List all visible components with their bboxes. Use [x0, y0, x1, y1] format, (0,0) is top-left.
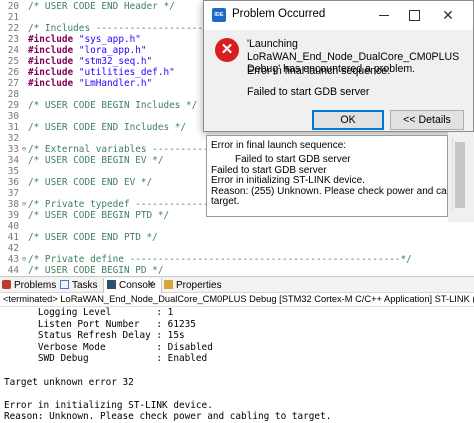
console-status-line: <terminated> LoRaWAN_End_Node_DualCore_C…	[0, 293, 474, 307]
code-text: #include "sys_app.h"	[28, 34, 141, 45]
tab-properties[interactable]: Properties	[164, 278, 222, 293]
line-number: 34	[7, 155, 19, 166]
fold-toggle-icon[interactable]: ⊖	[20, 144, 28, 155]
tab-tasks[interactable]: Tasks	[60, 278, 98, 293]
details-scrollbar[interactable]	[452, 138, 467, 212]
console-line: Target unknown error 32	[4, 376, 134, 388]
console-line: SWD Debug : Enabled	[4, 353, 208, 365]
properties-icon	[164, 280, 173, 289]
app-icon: IDE	[212, 8, 226, 22]
line-number: 25	[7, 56, 19, 67]
code-line: 40	[0, 221, 474, 232]
tab-label: Properties	[176, 280, 222, 291]
code-text: /* USER CODE BEGIN PD */	[28, 265, 164, 276]
line-number: 23	[7, 34, 19, 45]
code-text: #include "utilities_def.h"	[28, 67, 175, 78]
dialog-titlebar[interactable]: IDE Problem Occurred ✕	[204, 1, 473, 30]
line-number: 44	[7, 265, 19, 276]
fold-toggle-icon[interactable]: ⊖	[20, 254, 28, 265]
code-line: 42	[0, 243, 474, 254]
line-number: 21	[7, 12, 19, 23]
dialog-reason-heading: Error in final launch sequence:	[247, 65, 391, 77]
line-number: 30	[7, 111, 19, 122]
code-text: #include "lora_app.h"	[28, 45, 147, 56]
line-number: 20	[7, 1, 19, 12]
maximize-button[interactable]	[399, 4, 429, 26]
line-number: 36	[7, 177, 19, 188]
line-number: 22	[7, 23, 19, 34]
tasks-icon	[60, 280, 69, 289]
console-icon	[107, 280, 116, 289]
code-line: 44 /* USER CODE BEGIN PD */	[0, 265, 474, 276]
console-line: Logging Level : 1	[4, 307, 174, 318]
ok-button[interactable]: OK	[312, 110, 384, 130]
console-line: Status Refresh Delay : 15s	[4, 330, 185, 342]
line-number: 24	[7, 45, 19, 56]
code-text: /* Private define ----------------------…	[28, 254, 412, 265]
code-text: /* USER CODE BEGIN EV */	[28, 155, 164, 166]
console-line: Error in initializing ST-LINK device.	[4, 399, 213, 411]
minimize-button[interactable]	[369, 4, 399, 26]
problems-icon	[2, 280, 11, 289]
line-number: 27	[7, 78, 19, 89]
line-number: 38	[7, 199, 19, 210]
line-number: 26	[7, 67, 19, 78]
error-icon: ✕	[215, 38, 239, 62]
line-number: 42	[7, 243, 19, 254]
code-text: #include "stm32_seq.h"	[28, 56, 153, 67]
line-number: 32	[7, 133, 19, 144]
line-number: 37	[7, 188, 19, 199]
code-text: /* USER CODE END PTD */	[28, 232, 158, 243]
line-number: 33	[7, 144, 19, 155]
dialog-title: Problem Occurred	[232, 8, 326, 20]
line-number: 35	[7, 166, 19, 177]
line-number: 41	[7, 232, 19, 243]
code-text: /* USER CODE END EV */	[28, 177, 153, 188]
close-tab-icon[interactable]: ✕	[147, 279, 155, 290]
code-line: 43 ⊖/* Private define -------------------…	[0, 254, 474, 265]
code-text: /* USER CODE BEGIN Includes */	[28, 100, 198, 111]
code-text: /* USER CODE END Includes */	[28, 122, 187, 133]
code-text: /* USER CODE BEGIN PTD */	[28, 210, 170, 221]
details-line: Reason: (255) Unknown. Please check powe…	[211, 185, 447, 197]
problem-dialog: IDE Problem Occurred ✕ ✕ 'Launching LoRa…	[203, 0, 474, 132]
details-button[interactable]: << Details	[390, 110, 464, 130]
details-line: Error in final launch sequence:	[211, 140, 347, 151]
line-number: 43	[7, 254, 19, 265]
close-button[interactable]: ✕	[433, 4, 463, 26]
details-text-area[interactable]: Error in final launch sequence: Failed t…	[206, 135, 448, 217]
line-number: 40	[7, 221, 19, 232]
panel-tab-bar: Problems Tasks Console ✕ Properties	[0, 276, 474, 293]
line-number: 31	[7, 122, 19, 133]
details-line: target.	[211, 196, 240, 208]
console-line: Reason: Unknown. Please check power and …	[4, 411, 332, 423]
console-line: Verbose Mode : Disabled	[4, 341, 213, 353]
code-text: #include "LmHandler.h"	[28, 78, 153, 89]
tab-label: Problems	[14, 280, 57, 291]
console-line: Listen Port Number : 61235	[4, 318, 196, 330]
scrollbar-thumb[interactable]	[455, 142, 465, 208]
dialog-reason: Failed to start GDB server	[247, 86, 370, 98]
line-number: 28	[7, 89, 19, 100]
fold-toggle-icon[interactable]: ⊖	[20, 199, 28, 210]
line-number: 39	[7, 210, 19, 221]
code-text: /* USER CODE END Header */	[28, 1, 175, 12]
tab-label: Tasks	[72, 280, 98, 291]
tab-problems[interactable]: Problems	[2, 278, 56, 293]
code-line: 41 /* USER CODE END PTD */	[0, 232, 474, 243]
line-number: 29	[7, 100, 19, 111]
